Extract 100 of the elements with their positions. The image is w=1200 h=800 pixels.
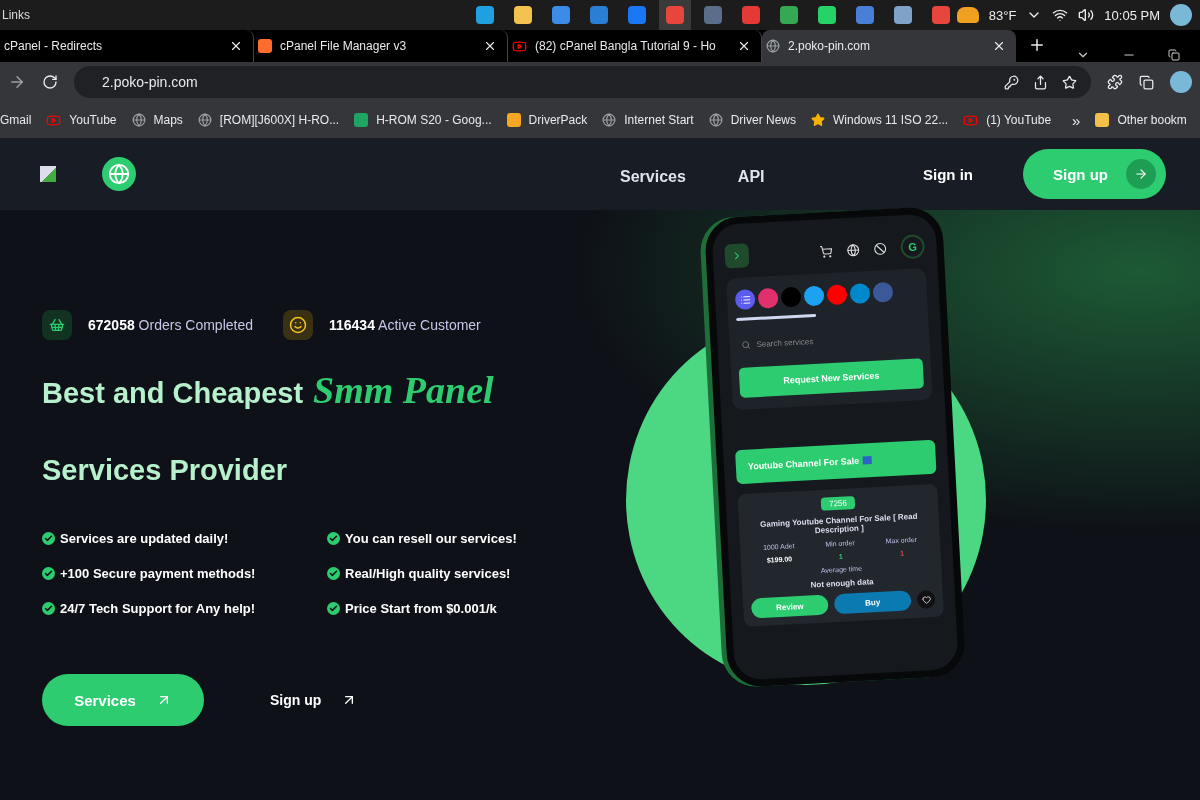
feature-text: 24/7 Tech Support for Any help!: [60, 601, 256, 616]
address-bar[interactable]: 2.poko-pin.com: [74, 66, 1091, 98]
search-field[interactable]: Search services: [737, 336, 818, 350]
ban-icon: [873, 241, 887, 256]
wifi-icon[interactable]: [1052, 7, 1069, 23]
banner-text: Youtube Channel For Sale: [735, 439, 937, 485]
check-icon: [327, 567, 340, 580]
bookmark-link[interactable]: YouTube: [46, 112, 117, 128]
check-icon: [327, 602, 340, 615]
nav-link[interactable]: API: [737, 168, 765, 186]
app-icon: [665, 6, 684, 24]
play-icon: [963, 112, 979, 128]
globe-icon: [197, 113, 212, 127]
bookmark-link[interactable]: Driver News: [708, 113, 796, 127]
check-icon: [42, 567, 55, 580]
search-icon: [741, 340, 751, 350]
cart-icon: [819, 244, 834, 258]
extensions-icon[interactable]: [1107, 74, 1123, 90]
app-icon: [627, 6, 646, 24]
social-icon: [849, 282, 871, 304]
avatar-text: G: [900, 234, 926, 260]
bookmark-link[interactable]: DriverPack: [506, 113, 588, 127]
app-icon: [741, 6, 760, 24]
site-icon: [258, 39, 272, 53]
taskbar-app[interactable]: [658, 0, 691, 30]
broken-image-icon: [40, 166, 56, 182]
item-title: Gaming Youtube Channel For Sale [ Read Description ]: [758, 511, 919, 537]
sign-up-link[interactable]: Sign up: [264, 691, 364, 709]
profile-avatar[interactable]: [1170, 71, 1192, 93]
check-icon: [42, 532, 55, 545]
feature-text: Price Start from $0.001/k: [345, 601, 497, 616]
play-icon: [512, 38, 527, 54]
headline-text: Services Provider: [42, 454, 289, 487]
bookmark-star-icon[interactable]: [1062, 74, 1077, 90]
feature-text: You can resell our services!: [345, 531, 517, 546]
app-icon: [703, 6, 722, 24]
other-bookmarks-folder[interactable]: Other bookm: [1095, 113, 1187, 127]
bookmark-link[interactable]: H-ROM S20 - Goog...: [354, 113, 492, 127]
app-icon: [513, 6, 532, 24]
globe-icon: [766, 39, 780, 53]
app-icon: [475, 6, 494, 24]
more-bookmarks-button[interactable]: »: [1072, 111, 1081, 129]
bookmark-link[interactable]: Gmail: [0, 113, 32, 127]
globe-icon: [708, 113, 723, 127]
share-icon[interactable]: [1033, 74, 1048, 90]
basket-icon: [42, 310, 72, 340]
feature-text: +100 Secure payment methods!: [60, 566, 256, 581]
site-icon: [506, 113, 521, 127]
forward-icon[interactable]: [8, 73, 26, 91]
bookmark-link[interactable]: [ROM][J600X] H-RO...: [197, 113, 340, 127]
headline-text: Best and Cheapest: [42, 377, 304, 410]
close-icon[interactable]: [483, 39, 497, 53]
restore-icon[interactable]: [1168, 49, 1180, 61]
app-icon: [589, 6, 608, 24]
bookmark-link[interactable]: Internet Start: [602, 113, 694, 127]
stat-text: 672058 Orders Completed: [88, 317, 253, 333]
app-icon: [931, 6, 950, 24]
social-icon: [757, 287, 779, 309]
browser-tab[interactable]: 2.poko-pin.com: [762, 30, 1016, 62]
globe-icon[interactable]: [102, 157, 136, 191]
stat-text: 116434 Active Customer: [329, 317, 481, 333]
star-icon: [811, 113, 825, 127]
close-icon[interactable]: [229, 39, 243, 53]
globe-icon: [131, 113, 146, 127]
clock-text: 10:05 PM: [1104, 7, 1160, 23]
bookmark-link[interactable]: Maps: [131, 113, 183, 127]
toolbar-label: Links: [1, 8, 31, 22]
reload-icon[interactable]: [42, 74, 58, 90]
app-icon: [855, 6, 874, 24]
close-icon[interactable]: [992, 39, 1006, 53]
app-icon: [779, 6, 798, 24]
close-icon[interactable]: [737, 39, 751, 53]
bookmark-link[interactable]: (1) YouTube: [963, 112, 1052, 128]
feature-text: Real/High quality services!: [345, 566, 511, 581]
app-icon: [551, 6, 570, 24]
social-icon: [872, 281, 894, 303]
bookmark-link[interactable]: Windows 11 ISO 22...: [811, 113, 949, 127]
social-icon: [780, 286, 802, 308]
globe-icon: [602, 113, 617, 127]
smiley-icon: [283, 310, 313, 340]
key-icon[interactable]: [1004, 74, 1019, 90]
new-tab-button[interactable]: [1028, 36, 1046, 54]
check-icon: [42, 602, 55, 615]
social-icon: [826, 284, 848, 306]
buy-button[interactable]: Buy: [833, 590, 912, 615]
nav-link[interactable]: Services: [620, 168, 686, 186]
volume-icon[interactable]: [1078, 7, 1095, 23]
site-icon: [354, 113, 369, 127]
headline-script-text: Smm Panel: [313, 368, 494, 412]
temperature-text: 83°F: [988, 7, 1017, 23]
folder-icon: [1095, 113, 1110, 127]
social-icon: [803, 285, 825, 307]
play-icon: [46, 112, 62, 128]
arrow-right-icon: [1126, 159, 1156, 189]
id-tag: 7256: [820, 496, 856, 511]
chevron-icon: [724, 243, 750, 269]
check-icon: [327, 532, 340, 545]
app-icon: [817, 6, 836, 24]
sign-in-link[interactable]: Sign in: [923, 165, 973, 183]
feature-text: Services are updated daily!: [60, 531, 229, 546]
